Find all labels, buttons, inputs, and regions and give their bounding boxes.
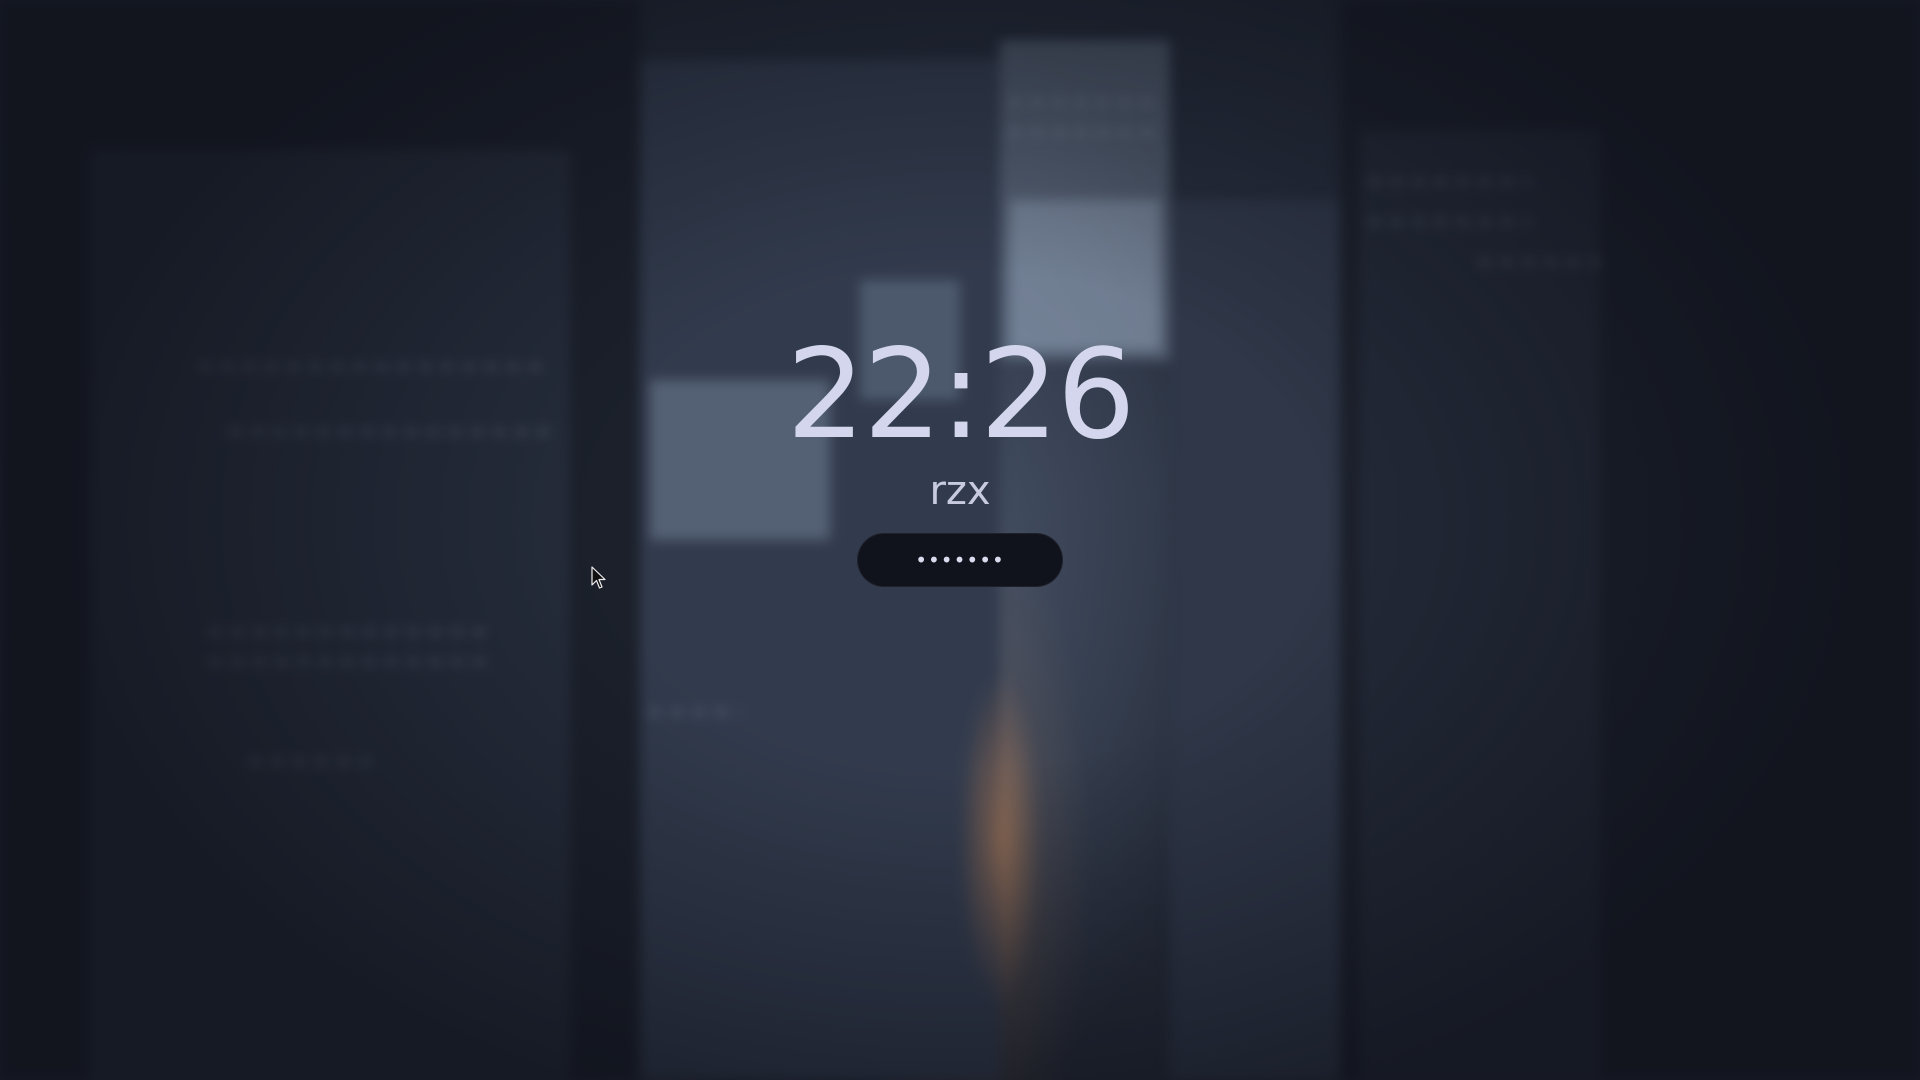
username-label: rzx [929,468,991,514]
lock-panel: 22:26 rzx ••••••• [0,0,1920,1080]
mouse-pointer-icon [591,566,606,589]
password-input[interactable]: ••••••• [857,533,1063,587]
lock-screen: 22:26 rzx ••••••• [0,0,1920,1080]
clock-time: 22:26 [786,323,1135,467]
password-masked-value: ••••••• [915,548,1005,572]
